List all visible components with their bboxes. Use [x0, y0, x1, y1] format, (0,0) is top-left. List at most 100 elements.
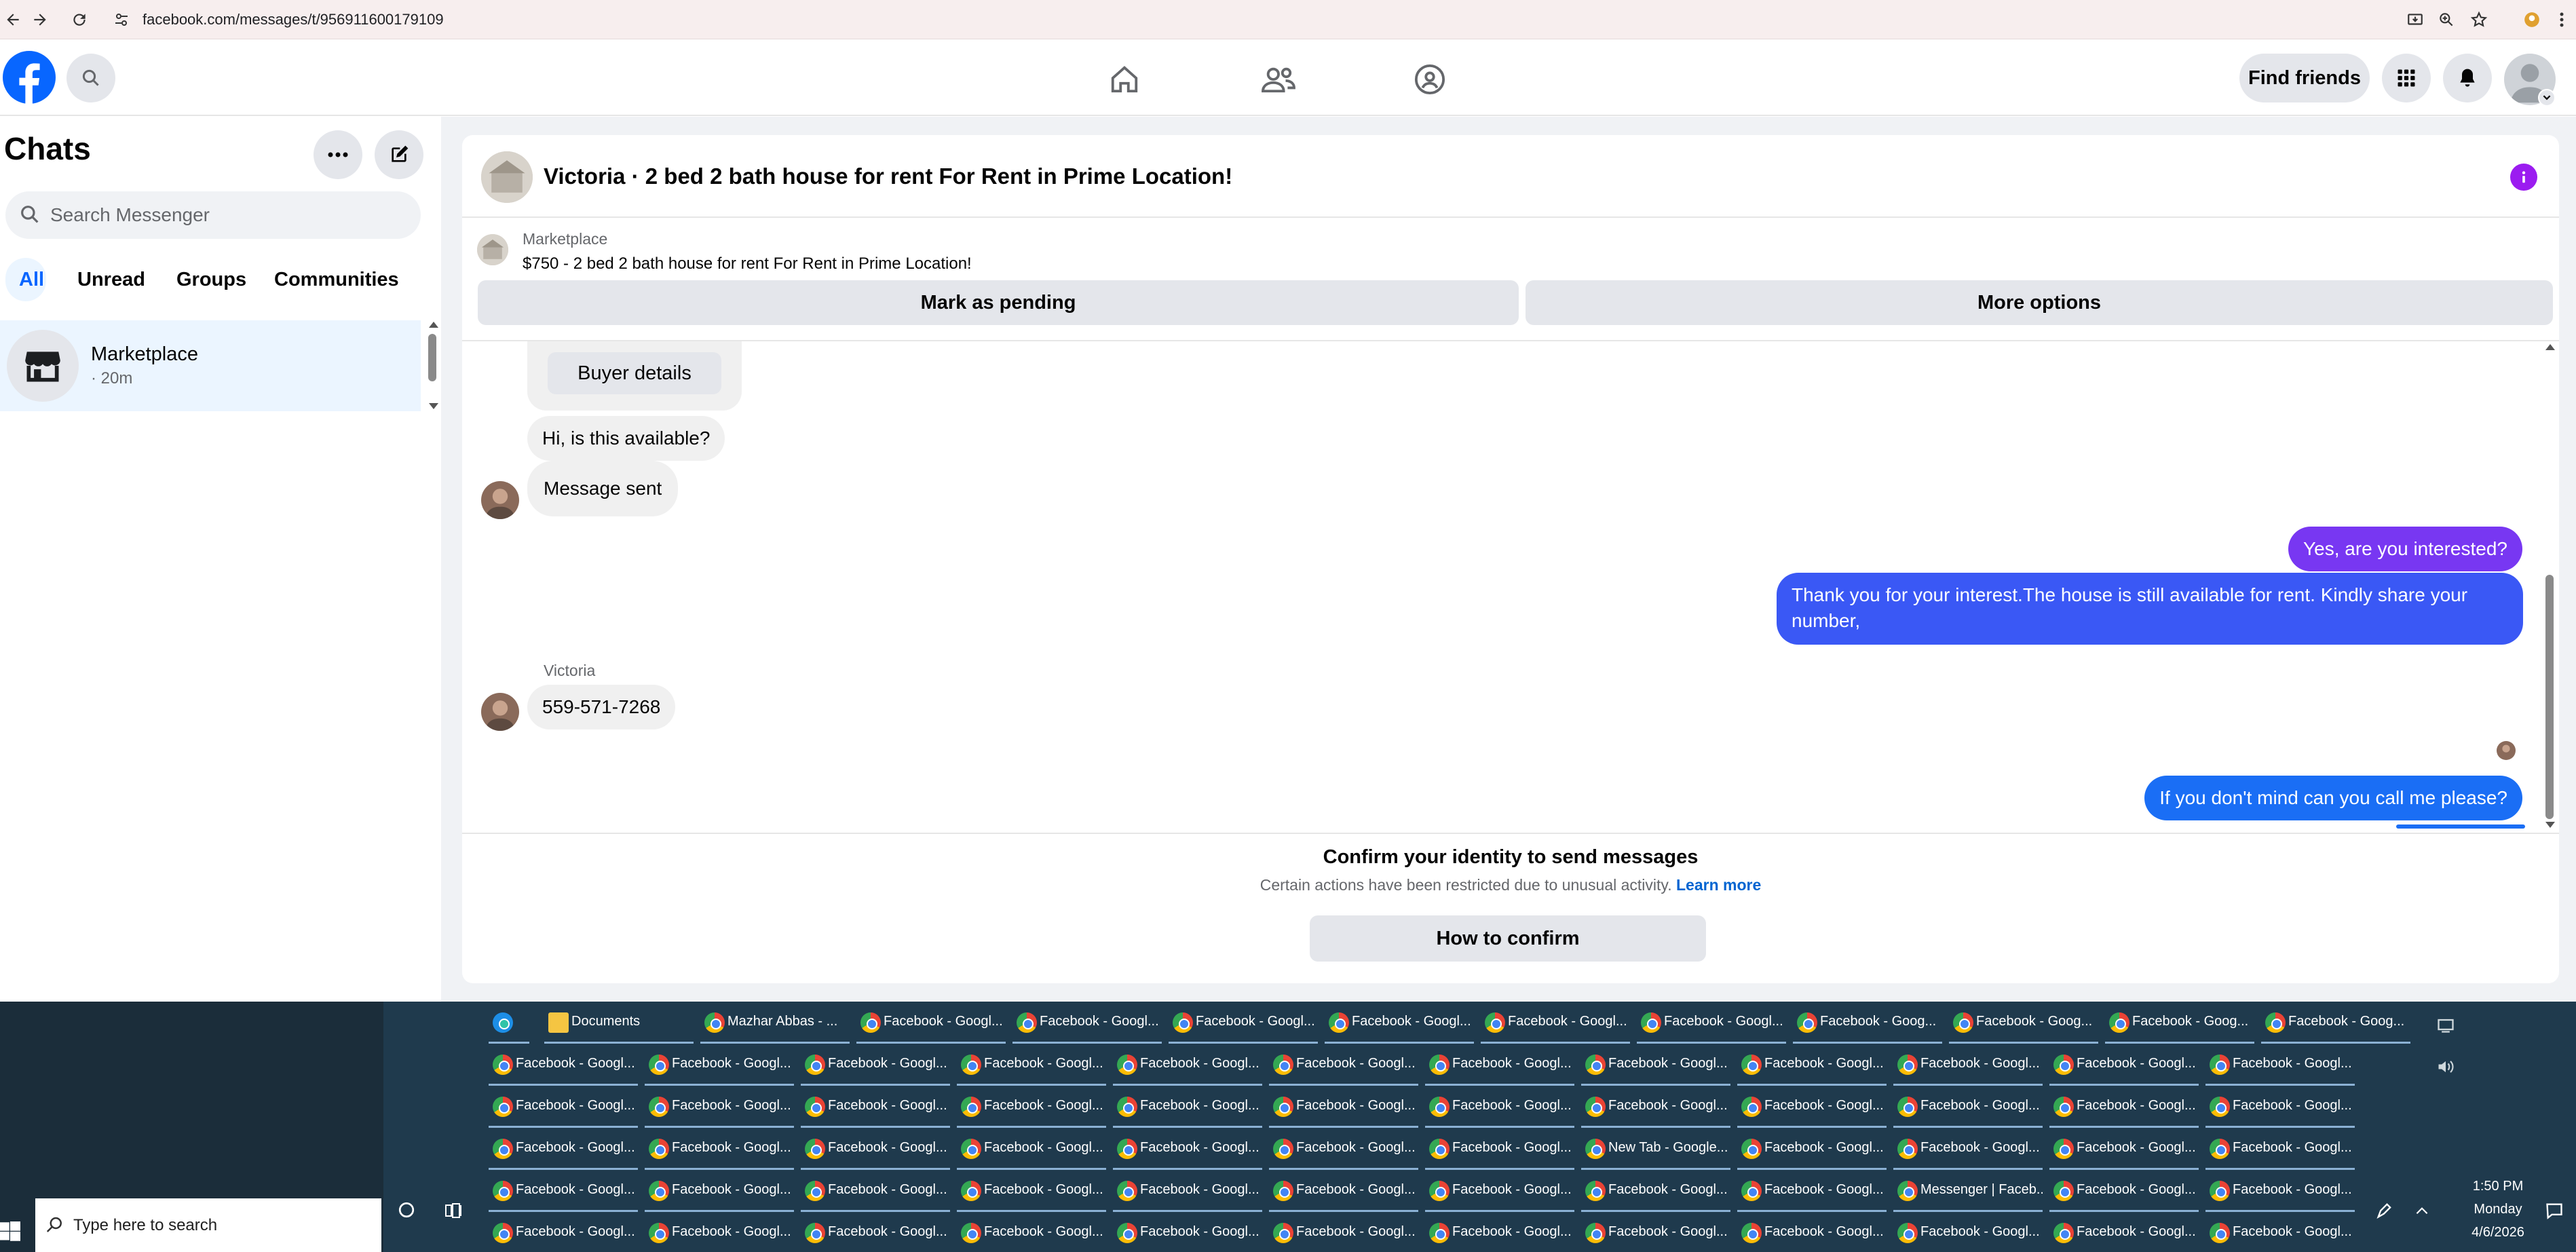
menu-grid-icon[interactable]	[2382, 54, 2431, 102]
taskbar-window-button[interactable]: Facebook - Googl...	[957, 1170, 1106, 1212]
taskbar-window-button[interactable]: Facebook - Googl...	[801, 1044, 950, 1086]
taskbar-clock[interactable]: 1:50 PM Monday 4/6/2026	[2440, 1175, 2556, 1244]
taskbar-window-button[interactable]: Facebook - Googl...	[801, 1170, 950, 1212]
volume-icon[interactable]	[2436, 1057, 2455, 1076]
taskbar-window-button[interactable]: Facebook - Googl...	[1893, 1086, 2043, 1128]
messages-scrollbar[interactable]	[2543, 341, 2556, 831]
taskbar-window-button[interactable]: Facebook - Googl...	[957, 1044, 1106, 1086]
facebook-logo-icon[interactable]	[3, 51, 56, 104]
listing-text[interactable]: $750 - 2 bed 2 bath house for rent For R…	[523, 254, 972, 273]
taskbar-window-button[interactable]: Facebook - Googl...	[2049, 1170, 2199, 1212]
taskbar-window-button[interactable]: Facebook - Googl...	[489, 1170, 638, 1212]
taskbar-window-button[interactable]: Facebook - Googl...	[1893, 1212, 2043, 1252]
back-icon[interactable]	[0, 7, 26, 33]
taskbar-window-button[interactable]: Facebook - Googl...	[1737, 1044, 1887, 1086]
taskbar-window-button[interactable]: Facebook - Googl...	[1581, 1170, 1730, 1212]
forward-icon[interactable]	[27, 7, 53, 33]
menu-icon[interactable]	[2549, 7, 2575, 33]
address-bar[interactable]: facebook.com/messages/t/956911600179109	[143, 0, 444, 39]
taskbar-window-button[interactable]: Facebook - Googl...	[2049, 1044, 2199, 1086]
taskbar-window-button[interactable]: Facebook - Googl...	[2205, 1170, 2355, 1212]
taskbar-window-button[interactable]: Facebook - Googl...	[1269, 1212, 1418, 1252]
profile-icon[interactable]	[2519, 7, 2545, 33]
message-bubble-incoming[interactable]: 559-571-7268	[527, 685, 676, 729]
taskbar-window-button[interactable]: Documents	[544, 1002, 694, 1044]
taskbar-window-button[interactable]: Facebook - Googl...	[1737, 1212, 1887, 1252]
taskbar-window-button[interactable]: Facebook - Googl...	[645, 1212, 794, 1252]
taskbar-search-input[interactable]: Type here to search	[35, 1198, 381, 1252]
taskbar-window-button[interactable]: Facebook - Googl...	[1113, 1212, 1262, 1252]
task-view-icon[interactable]	[445, 1202, 464, 1219]
taskbar-window-button[interactable]: Facebook - Googl...	[1581, 1212, 1730, 1252]
tab-communities[interactable]: Communities	[274, 269, 399, 291]
taskbar-window-button[interactable]: Facebook - Goog...	[1949, 1002, 2098, 1044]
new-message-icon[interactable]	[375, 130, 423, 179]
taskbar-window-button[interactable]: Facebook - Googl...	[1425, 1128, 1574, 1170]
taskbar-window-button[interactable]: Facebook - Googl...	[957, 1086, 1106, 1128]
taskbar-window-button[interactable]: Facebook - Googl...	[645, 1086, 794, 1128]
install-app-icon[interactable]	[2402, 7, 2428, 33]
taskbar-window-button[interactable]: Facebook - Googl...	[489, 1212, 638, 1252]
taskbar-window-button[interactable]: Facebook - Googl...	[645, 1128, 794, 1170]
taskbar-window-button[interactable]: New Tab - Google...	[1581, 1128, 1730, 1170]
chat-list-scrollbar[interactable]	[426, 320, 438, 411]
taskbar-window-button[interactable]: Facebook - Goog...	[2105, 1002, 2254, 1044]
taskbar-window-button[interactable]: Facebook - Googl...	[801, 1128, 950, 1170]
sender-avatar[interactable]	[481, 481, 519, 519]
taskbar-window-button[interactable]: Facebook - Googl...	[1113, 1128, 1262, 1170]
taskbar-window-button[interactable]: Facebook - Googl...	[1269, 1128, 1418, 1170]
buyer-details-button[interactable]: Buyer details	[548, 352, 721, 394]
groups-icon[interactable]	[1414, 64, 1445, 95]
taskbar-window-button[interactable]: Facebook - Googl...	[2049, 1086, 2199, 1128]
search-messenger-input[interactable]: Search Messenger	[5, 191, 421, 239]
taskbar-window-button[interactable]: Facebook - Googl...	[645, 1170, 794, 1212]
taskbar-window-button[interactable]: Facebook - Googl...	[856, 1002, 1006, 1044]
taskbar-window-button[interactable]: Facebook - Googl...	[957, 1212, 1106, 1252]
taskbar-window-button[interactable]: Facebook - Googl...	[1169, 1002, 1318, 1044]
friends-icon[interactable]	[1261, 64, 1296, 95]
taskbar-window-button[interactable]: Facebook - Googl...	[1893, 1044, 2043, 1086]
tab-all[interactable]: All	[19, 269, 44, 291]
taskbar-window-button[interactable]: Facebook - Googl...	[1269, 1170, 1418, 1212]
taskbar-window-button[interactable]: Facebook - Googl...	[1581, 1086, 1730, 1128]
taskbar-window-button[interactable]: Facebook - Googl...	[1269, 1086, 1418, 1128]
home-icon[interactable]	[1109, 64, 1140, 95]
chevron-up-icon[interactable]	[2413, 1202, 2431, 1220]
bookmark-star-icon[interactable]	[2466, 7, 2492, 33]
cortana-icon[interactable]	[398, 1201, 415, 1219]
taskbar-window-button[interactable]: Messenger | Faceb...	[1893, 1170, 2043, 1212]
taskbar-window-button[interactable]: Facebook - Googl...	[489, 1128, 638, 1170]
taskbar-window-button[interactable]: Facebook - Googl...	[1481, 1002, 1630, 1044]
taskbar-window-button[interactable]: Facebook - Googl...	[2205, 1044, 2355, 1086]
taskbar-window-button[interactable]: Facebook - Googl...	[1737, 1128, 1887, 1170]
taskbar-window-button[interactable]: Facebook - Googl...	[1425, 1086, 1574, 1128]
taskbar-window-button[interactable]: Facebook - Googl...	[1012, 1002, 1162, 1044]
tab-groups[interactable]: Groups	[176, 269, 246, 291]
taskbar-window-button[interactable]: Facebook - Googl...	[1425, 1170, 1574, 1212]
message-bubble-outgoing[interactable]: If you don't mind can you call me please…	[2144, 776, 2522, 820]
message-bubble-incoming[interactable]: Hi, is this available?	[527, 416, 725, 461]
taskbar-window-button[interactable]: Facebook - Goog...	[2261, 1002, 2410, 1044]
taskbar-window-button[interactable]: Facebook - Googl...	[489, 1086, 638, 1128]
taskbar-window-button[interactable]: Facebook - Googl...	[1637, 1002, 1786, 1044]
message-bubble-outgoing[interactable]: Yes, are you interested?	[2288, 527, 2522, 571]
conversation-title[interactable]: Victoria · 2 bed 2 bath house for rent F…	[544, 164, 1232, 189]
learn-more-link[interactable]: Learn more	[1676, 876, 1761, 894]
tab-unread[interactable]: Unread	[77, 269, 145, 291]
taskbar-window-button[interactable]: Facebook - Googl...	[1425, 1044, 1574, 1086]
taskbar-window-button[interactable]: Facebook - Googl...	[1113, 1170, 1262, 1212]
search-icon[interactable]	[67, 54, 115, 102]
taskbar-window-button[interactable]: Facebook - Googl...	[957, 1128, 1106, 1170]
chat-list-item[interactable]: Marketplace · 20m	[0, 320, 421, 411]
zoom-icon[interactable]	[2433, 7, 2459, 33]
taskbar-window-button[interactable]: Facebook - Googl...	[1113, 1086, 1262, 1128]
pen-icon[interactable]	[2375, 1201, 2394, 1220]
taskbar-window-button[interactable]: Facebook - Googl...	[645, 1044, 794, 1086]
mark-as-pending-button[interactable]: Mark as pending	[478, 280, 1519, 325]
info-icon[interactable]	[2510, 164, 2537, 191]
notifications-bell-icon[interactable]	[2443, 54, 2492, 102]
taskbar-window-button[interactable]: Facebook - Googl...	[2049, 1128, 2199, 1170]
reload-icon[interactable]	[67, 7, 92, 33]
message-bubble-outgoing[interactable]: Thank you for your interest.The house is…	[1777, 573, 2523, 645]
find-friends-button[interactable]: Find friends	[2239, 54, 2370, 102]
